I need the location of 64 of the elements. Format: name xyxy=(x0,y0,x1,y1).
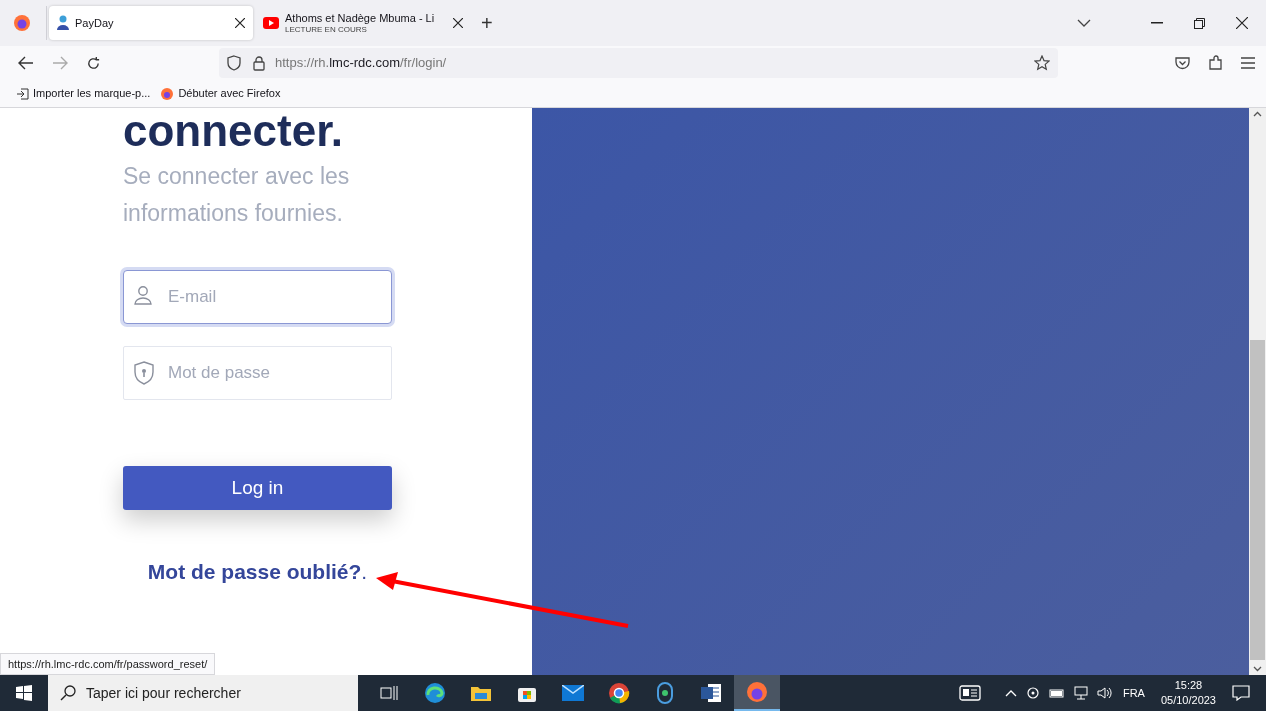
browser-tab[interactable]: PayDay xyxy=(49,6,253,40)
password-field[interactable]: Mot de passe xyxy=(123,346,392,400)
minimize-icon[interactable] xyxy=(1151,22,1163,24)
status-url: https://rh.lmc-rdc.com/fr/password_reset/ xyxy=(0,652,216,675)
clock[interactable]: 15:28 05/10/2023 xyxy=(1160,678,1216,708)
scroll-down-icon[interactable] xyxy=(1253,666,1262,672)
period-text: . xyxy=(361,559,368,585)
camera-icon[interactable] xyxy=(1026,685,1041,701)
close-icon[interactable] xyxy=(1236,17,1248,29)
document-icon xyxy=(700,683,722,703)
volume-icon[interactable] xyxy=(1096,686,1113,700)
search-placeholder: Taper ici pour rechercher xyxy=(86,683,241,703)
chevron-up-icon[interactable] xyxy=(1004,689,1017,697)
envelope-icon xyxy=(562,685,584,701)
chrome-icon xyxy=(608,682,630,704)
scroll-thumb[interactable] xyxy=(1250,340,1265,660)
scroll-up-icon[interactable] xyxy=(1253,111,1262,117)
firefox-icon[interactable] xyxy=(12,13,32,33)
browser-tab[interactable]: Athoms et Nadège Mbuma - Li LECTURE EN COURS xyxy=(257,6,469,40)
menu-icon[interactable] xyxy=(1241,57,1255,69)
reload-icon[interactable] xyxy=(86,55,101,71)
close-tab-icon[interactable] xyxy=(235,18,245,28)
battery-icon[interactable] xyxy=(1048,687,1065,699)
page-heading: connecter. xyxy=(123,108,345,154)
network-icon[interactable] xyxy=(1072,686,1089,700)
address-bar[interactable]: https://rh.lmc-rdc.com/fr/login/ xyxy=(219,48,1058,78)
email-field[interactable]: E-mail xyxy=(123,270,392,324)
firefox-icon xyxy=(746,681,768,703)
shield-icon[interactable] xyxy=(227,55,241,71)
tab-title: PayDay xyxy=(75,16,115,30)
search-field[interactable]: Taper ici pour rechercher xyxy=(48,675,358,711)
login-button[interactable]: Log in xyxy=(123,466,392,510)
windows-icon xyxy=(16,685,32,701)
folder-icon xyxy=(470,684,492,702)
user-icon xyxy=(133,285,153,305)
video-icon xyxy=(263,17,279,29)
chevron-down-icon[interactable] xyxy=(1077,18,1091,28)
notifications-icon[interactable] xyxy=(1232,685,1250,701)
task-view-icon xyxy=(380,685,398,701)
shield-icon xyxy=(133,361,155,385)
bookmark-item[interactable]: Importer les marque-p... xyxy=(16,85,151,102)
bookmark-item[interactable]: Débuter avec Firefox xyxy=(160,85,281,102)
wave-icon xyxy=(424,682,446,704)
news-icon[interactable] xyxy=(958,685,981,701)
new-tab-button[interactable]: + xyxy=(481,13,493,33)
search-icon xyxy=(60,685,76,701)
import-icon xyxy=(16,87,29,100)
star-icon[interactable] xyxy=(1034,55,1050,71)
url-text: https://rh.lmc-rdc.com/fr/login/ xyxy=(275,54,447,73)
tab-subtitle: LECTURE EN COURS xyxy=(285,25,368,35)
firefox-icon xyxy=(160,86,175,101)
restore-icon[interactable] xyxy=(1194,17,1205,29)
extensions-icon[interactable] xyxy=(1208,55,1223,71)
forgot-password-link[interactable]: Mot de passe oublié? xyxy=(147,556,362,588)
capsule-icon xyxy=(657,682,673,704)
close-tab-icon[interactable] xyxy=(453,18,463,28)
back-icon[interactable] xyxy=(18,56,34,70)
pocket-icon[interactable] xyxy=(1175,56,1190,70)
language-indicator[interactable]: FRA xyxy=(1122,684,1145,702)
scrollbar[interactable] xyxy=(1249,108,1266,675)
lock-icon[interactable] xyxy=(253,55,265,71)
subtitle-text: Se connecter avec les informations fournies. xyxy=(123,162,351,228)
person-icon xyxy=(57,15,69,31)
tab-title: Athoms et Nadège Mbuma - Li xyxy=(285,11,436,25)
